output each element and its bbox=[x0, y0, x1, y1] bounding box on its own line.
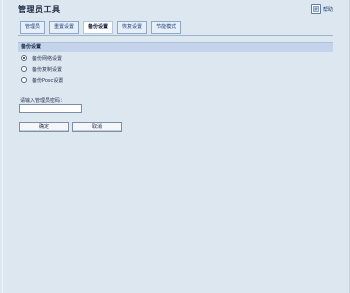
help-label: 帮助 bbox=[322, 6, 333, 13]
window-frame: 管理员工具 帮助 管理员 重置设置 备份设置 恢复设置 节能模式 备份设置 备份… bbox=[2, 0, 350, 293]
tab-administrator[interactable]: 管理员 bbox=[20, 21, 46, 34]
radio-button-checked[interactable] bbox=[21, 55, 27, 61]
radio-button[interactable] bbox=[21, 66, 27, 72]
page-title: 管理员工具 bbox=[18, 4, 61, 14]
radio-label: 备份复制设置 bbox=[32, 66, 63, 73]
section-header: 备份设置 bbox=[18, 42, 333, 52]
radio-button[interactable] bbox=[21, 77, 27, 83]
radio-option-backup-copy[interactable]: 备份复制设置 bbox=[21, 65, 62, 73]
tab-divider bbox=[18, 35, 333, 36]
ok-button[interactable]: 确定 bbox=[19, 122, 69, 132]
radio-label: 备份Posc设置 bbox=[32, 77, 64, 84]
help-icon bbox=[310, 4, 321, 14]
radio-option-backup-network[interactable]: 备份网络设置 bbox=[21, 54, 62, 62]
tab-bar: 管理员 重置设置 备份设置 恢复设置 节能模式 bbox=[20, 21, 182, 34]
radio-option-backup-posc[interactable]: 备份Posc设置 bbox=[21, 76, 63, 84]
cancel-button[interactable]: 取消 bbox=[72, 122, 122, 132]
tab-energy-saving-mode[interactable]: 节能模式 bbox=[151, 21, 182, 34]
tab-reset-settings[interactable]: 重置设置 bbox=[49, 21, 80, 34]
tab-backup-settings[interactable]: 备份设置 bbox=[83, 21, 114, 34]
password-input[interactable] bbox=[19, 104, 82, 113]
help-link[interactable]: 帮助 bbox=[310, 3, 333, 15]
radio-label: 备份网络设置 bbox=[32, 55, 63, 62]
password-label: 请输入管理员密码： bbox=[20, 98, 66, 104]
tab-restore-settings[interactable]: 恢复设置 bbox=[117, 21, 148, 34]
